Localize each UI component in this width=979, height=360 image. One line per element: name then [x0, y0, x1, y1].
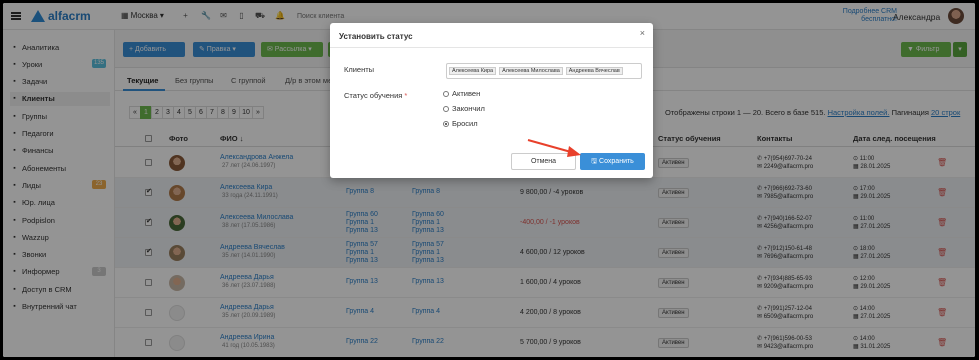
arrow-head	[567, 146, 581, 157]
arrow-shaft	[527, 139, 572, 153]
app-window: alfacrm ▦ Москва ▾ + 🔧 ✉ ▯ ⛟ 🔔 Подробнее…	[3, 3, 975, 357]
annotation-arrow	[527, 139, 581, 157]
